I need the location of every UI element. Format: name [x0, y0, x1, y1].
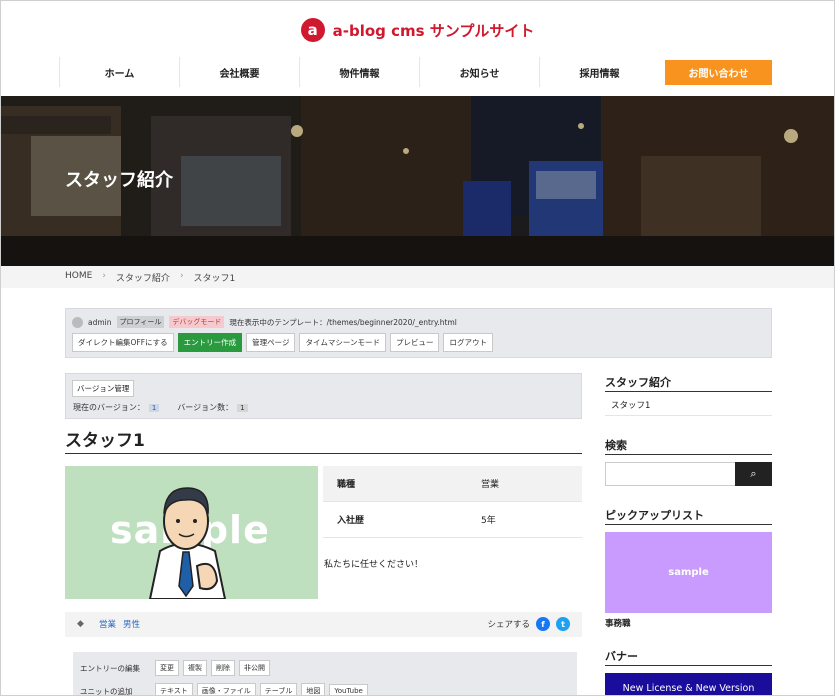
direct-edit-toggle-button[interactable]: ダイレクト編集OFFにする: [72, 333, 174, 352]
add-text-unit-button[interactable]: テキスト: [155, 683, 193, 695]
banner-text: New License & New Version: [622, 682, 755, 694]
sidebar-staff-link[interactable]: スタッフ1: [611, 399, 650, 411]
add-map-unit-button[interactable]: 地図: [301, 683, 326, 695]
admin-username[interactable]: admin: [88, 318, 112, 327]
sidebar-search-heading: 検索: [605, 439, 627, 452]
breadcrumb-home[interactable]: HOME: [65, 271, 92, 284]
create-entry-button[interactable]: エントリー作成: [177, 333, 243, 352]
staff-info-table: 職種 営業 入社歴 5年: [323, 466, 582, 538]
nav-company[interactable]: 会社概要: [179, 57, 299, 87]
page-title: スタッフ紹介: [65, 170, 173, 191]
logout-button[interactable]: ログアウト: [443, 333, 493, 352]
profile-link[interactable]: プロフィール: [116, 316, 165, 328]
facebook-icon[interactable]: f: [536, 617, 550, 631]
tag-icon: ◆: [77, 619, 84, 629]
search-button[interactable]: ⌕: [735, 462, 772, 486]
businessman-illustration: [148, 487, 227, 599]
unit-add-label: ユニットの追加: [80, 686, 133, 696]
license-banner[interactable]: New License & New Version: [605, 673, 772, 695]
entry-body-text: 私たちに任せください！: [324, 560, 424, 570]
table-row: 職種 営業: [323, 466, 582, 502]
nav-recruit[interactable]: 採用情報: [539, 57, 659, 87]
share-area: シェアする f t: [487, 617, 570, 631]
breadcrumb-separator: ›: [179, 271, 184, 281]
share-label: シェアする: [487, 620, 530, 630]
divider: [605, 391, 772, 392]
contact-button[interactable]: お問い合わせ: [665, 60, 772, 85]
logo-icon: a: [300, 18, 325, 42]
sidebar-staff-heading: スタッフ紹介: [605, 376, 671, 389]
sidebar-pickup-heading: ピックアップリスト: [605, 509, 704, 522]
version-count-label: バージョン数：: [177, 403, 234, 412]
preview-button[interactable]: プレビュー: [389, 333, 440, 352]
add-image-file-unit-button[interactable]: 画像・ファイル: [196, 683, 256, 695]
staff-image: sample: [65, 466, 318, 599]
tag-link[interactable]: 男性: [123, 618, 140, 630]
search-input[interactable]: [605, 462, 736, 486]
admin-page-button[interactable]: 管理ページ: [246, 333, 296, 352]
entry-edit-panel: エントリーの編集 変更 複製 削除 非公開 ユニットの追加 テキスト 画像・ファ…: [73, 652, 577, 696]
table-value: 営業: [481, 480, 500, 490]
table-key: 入社歴: [337, 516, 365, 526]
time-machine-button[interactable]: タイムマシーンモード: [299, 333, 386, 352]
hero-banner: スタッフ紹介: [1, 96, 834, 266]
search-icon: ⌕: [750, 467, 757, 480]
unpublish-button[interactable]: 非公開: [239, 660, 270, 676]
template-path: 現在表示中のテンプレート：/themes/beginner2020/_entry…: [229, 317, 457, 327]
breadcrumb-staff[interactable]: スタッフ紹介: [116, 271, 170, 284]
entry-title: スタッフ1: [65, 431, 145, 451]
table-value: 5年: [481, 516, 496, 526]
admin-toolbar: admin プロフィール デバッグモード 現在表示中のテンプレート：/theme…: [65, 308, 772, 358]
nav-news[interactable]: お知らせ: [419, 57, 539, 87]
nav-home[interactable]: ホーム: [59, 57, 179, 87]
version-panel: バージョン管理 現在のバージョン： 1 バージョン数： 1: [65, 373, 582, 419]
duplicate-button[interactable]: 複製: [183, 660, 207, 676]
table-row: 入社歴 5年: [323, 502, 582, 538]
add-table-unit-button[interactable]: テーブル: [259, 683, 298, 695]
breadcrumb-current: スタッフ1: [193, 274, 236, 284]
entry-tags-bar: ◆ 営業 男性 シェアする f t: [65, 612, 582, 637]
site-title: a-blog cms サンプルサイト: [332, 21, 535, 40]
version-manage-button[interactable]: バージョン管理: [72, 380, 135, 397]
breadcrumb: HOME › スタッフ紹介 › スタッフ1: [1, 266, 834, 288]
divider: [65, 453, 582, 454]
tag-link[interactable]: 営業: [99, 618, 116, 630]
divider: [605, 454, 772, 455]
change-button[interactable]: 変更: [155, 660, 179, 676]
pickup-image-text: sample: [668, 567, 709, 578]
debug-mode-badge[interactable]: デバッグモード: [169, 316, 225, 328]
browser-page: a a-blog cms サンプルサイト ホーム 会社概要 物件情報 お知らせ …: [0, 0, 835, 696]
current-version-label: 現在のバージョン：: [73, 403, 145, 412]
divider: [605, 524, 772, 525]
divider: [605, 415, 772, 416]
pickup-image[interactable]: sample: [605, 532, 772, 613]
table-key: 職種: [337, 480, 356, 490]
breadcrumb-separator: ›: [102, 271, 106, 281]
nav-property[interactable]: 物件情報: [299, 57, 419, 87]
delete-button[interactable]: 削除: [211, 660, 235, 676]
site-logo[interactable]: a a-blog cms サンプルサイト: [1, 18, 834, 42]
current-version-value: 1: [148, 403, 160, 412]
divider: [605, 665, 772, 666]
twitter-icon[interactable]: t: [556, 617, 570, 631]
avatar: [72, 316, 83, 328]
entry-edit-label: エントリーの編集: [80, 663, 140, 673]
pickup-caption[interactable]: 事務職: [605, 617, 631, 629]
add-youtube-unit-button[interactable]: YouTube: [329, 684, 368, 695]
sidebar-banner-heading: バナー: [605, 650, 638, 663]
version-count-value: 1: [237, 403, 248, 412]
